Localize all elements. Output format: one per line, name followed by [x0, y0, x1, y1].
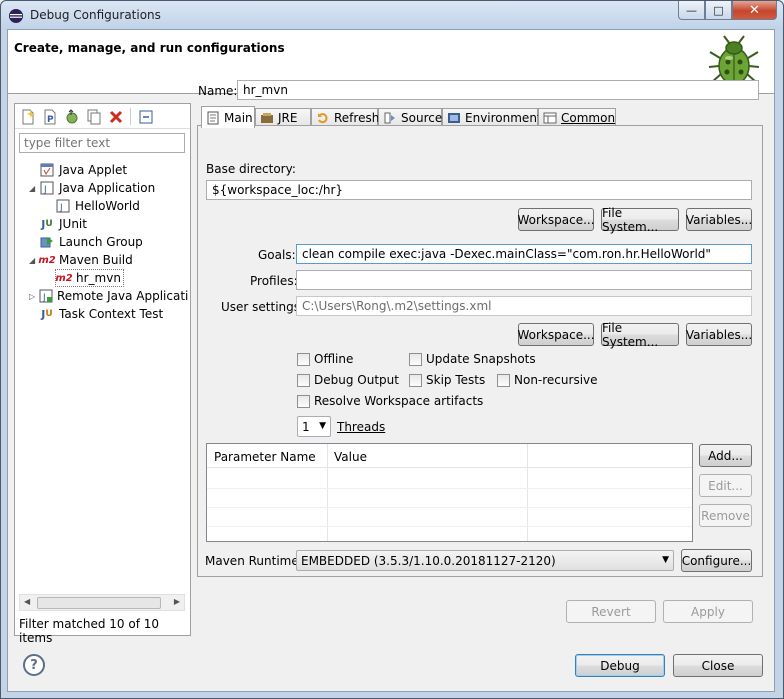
scroll-right-icon[interactable]: ▶ — [174, 597, 180, 606]
refresh-tab-icon — [316, 111, 330, 125]
base-workspace-button[interactable]: Workspace... — [517, 208, 595, 231]
user-settings-label: User settings: — [221, 300, 305, 314]
tree-horizontal-scrollbar[interactable]: ◀ ▶ — [19, 594, 185, 611]
chevron-down-icon: ▼ — [319, 421, 326, 431]
task-context-icon: JU — [41, 307, 53, 321]
jre-tab-icon — [260, 111, 274, 125]
svg-text:J: J — [42, 293, 46, 303]
chevron-down-icon: ▼ — [662, 555, 669, 565]
tree-item-remote-java-application[interactable]: J Remote Java Application — [39, 287, 189, 305]
eclipse-icon — [9, 9, 23, 23]
configure-button[interactable]: Configure... — [681, 549, 752, 572]
common-tab-icon — [543, 111, 557, 125]
revert-button[interactable]: Revert — [566, 600, 656, 623]
tree-item-helloworld[interactable]: J HelloWorld — [55, 197, 140, 215]
settings-workspace-button[interactable]: Workspace... — [517, 323, 595, 346]
base-directory-label: Base directory: — [206, 162, 296, 176]
base-directory-input[interactable]: ${workspace_loc:/hr} — [206, 180, 752, 200]
maven-icon: m2 — [55, 272, 73, 284]
apply-button[interactable]: Apply — [663, 600, 753, 623]
window-title: Debug Configurations — [30, 8, 161, 22]
scrollbar-thumb[interactable] — [37, 597, 161, 609]
threads-label: Threads — [337, 420, 386, 434]
title-bar[interactable]: Debug Configurations — □ ✕ — [1, 1, 783, 30]
parameters-table[interactable]: Parameter Name Value — [206, 443, 693, 542]
collapse-maven-build-icon[interactable]: ◢ — [29, 256, 35, 265]
filter-status: Filter matched 10 of 10 items — [19, 617, 160, 645]
update-snapshots-checkbox[interactable]: Update Snapshots — [409, 352, 536, 366]
maven-runtime-label: Maven Runtime: — [205, 554, 303, 568]
user-settings-input[interactable]: C:\Users\Rong\.m2\settings.xml — [296, 296, 752, 316]
filter-input[interactable] — [19, 133, 185, 153]
column-parameter-name[interactable]: Parameter Name — [214, 450, 316, 464]
new-prototype-icon[interactable]: P — [42, 109, 58, 125]
launch-group-icon — [39, 234, 55, 250]
name-label: Name: — [198, 84, 238, 98]
svg-text:P: P — [47, 115, 54, 125]
export-configuration-icon[interactable] — [64, 109, 80, 125]
svg-text:J: J — [43, 185, 47, 195]
tree-item-junit[interactable]: JU JUnit — [39, 215, 87, 233]
java-applet-icon — [39, 162, 55, 178]
collapse-all-icon[interactable] — [138, 109, 154, 125]
delete-configuration-icon[interactable] — [108, 109, 124, 125]
minimize-button[interactable]: — — [678, 1, 705, 20]
maven-icon: m2 — [38, 254, 56, 266]
tree-item-task-context-test[interactable]: JU Task Context Test — [39, 305, 163, 323]
java-launch-icon: J — [55, 198, 71, 214]
remove-parameter-button[interactable]: Remove — [699, 504, 752, 527]
profiles-input[interactable] — [296, 270, 752, 290]
settings-file-system-button[interactable]: File System... — [601, 321, 679, 349]
environment-tab-icon — [447, 111, 461, 125]
edit-parameter-button[interactable]: Edit... — [699, 474, 752, 497]
maven-runtime-select[interactable]: EMBEDDED (3.5.3/1.10.0.20181127-2120) ▼ — [296, 550, 674, 571]
svg-text:J: J — [59, 203, 63, 213]
duplicate-configuration-icon[interactable] — [86, 109, 102, 125]
maximize-button[interactable]: □ — [705, 1, 732, 20]
skip-tests-checkbox[interactable]: Skip Tests — [409, 373, 485, 387]
java-application-icon: J — [39, 180, 55, 196]
scroll-left-icon[interactable]: ◀ — [24, 597, 30, 606]
tree-item-hr-mvn[interactable]: m2 hr_mvn — [55, 269, 124, 287]
tree-item-java-applet[interactable]: Java Applet — [39, 161, 127, 179]
close-button[interactable]: Close — [673, 654, 763, 677]
goals-label: Goals: — [258, 248, 296, 262]
remote-java-icon: J — [39, 288, 53, 304]
close-window-button[interactable]: ✕ — [732, 1, 777, 20]
resolve-workspace-checkbox[interactable]: Resolve Workspace artifacts — [297, 394, 483, 408]
add-parameter-button[interactable]: Add... — [699, 444, 752, 467]
name-input[interactable]: hr_mvn — [237, 80, 759, 100]
junit-icon: JU — [41, 217, 53, 231]
tab-main[interactable]: Main — [201, 106, 255, 128]
debug-output-checkbox[interactable]: Debug Output — [297, 373, 399, 387]
settings-variables-button[interactable]: Variables... — [686, 323, 752, 346]
debug-button[interactable]: Debug — [575, 654, 665, 677]
non-recursive-checkbox[interactable]: Non-recursive — [497, 373, 598, 387]
tree-item-launch-group[interactable]: Launch Group — [39, 233, 143, 251]
profiles-label: Profiles: — [250, 274, 298, 288]
base-file-system-button[interactable]: File System... — [601, 206, 679, 234]
expand-remote-java-icon[interactable]: ▷ — [29, 292, 35, 301]
tree-item-maven-build[interactable]: m2 Maven Build — [38, 251, 132, 269]
goals-input[interactable]: clean compile exec:java -Dexec.mainClass… — [296, 244, 752, 264]
tree-toolbar: P — [15, 104, 190, 129]
threads-select[interactable]: 1 ▼ — [297, 416, 331, 437]
config-tabs: Main JRE Refresh Source Environment Comm… — [197, 106, 763, 128]
base-variables-button[interactable]: Variables... — [686, 208, 752, 231]
column-value[interactable]: Value — [334, 450, 367, 464]
configuration-tree-pane: P Java Applet ◢ J Java Application J Hel… — [14, 103, 191, 645]
help-icon[interactable]: ? — [23, 654, 45, 676]
offline-checkbox[interactable]: Offline — [297, 352, 353, 366]
new-configuration-icon[interactable] — [20, 109, 36, 125]
collapse-java-application-icon[interactable]: ◢ — [29, 184, 35, 193]
tree-item-java-application[interactable]: J Java Application — [39, 179, 155, 197]
main-tab-icon — [206, 111, 220, 125]
source-tab-icon — [383, 111, 397, 125]
header-title: Create, manage, and run configurations — [14, 41, 285, 55]
